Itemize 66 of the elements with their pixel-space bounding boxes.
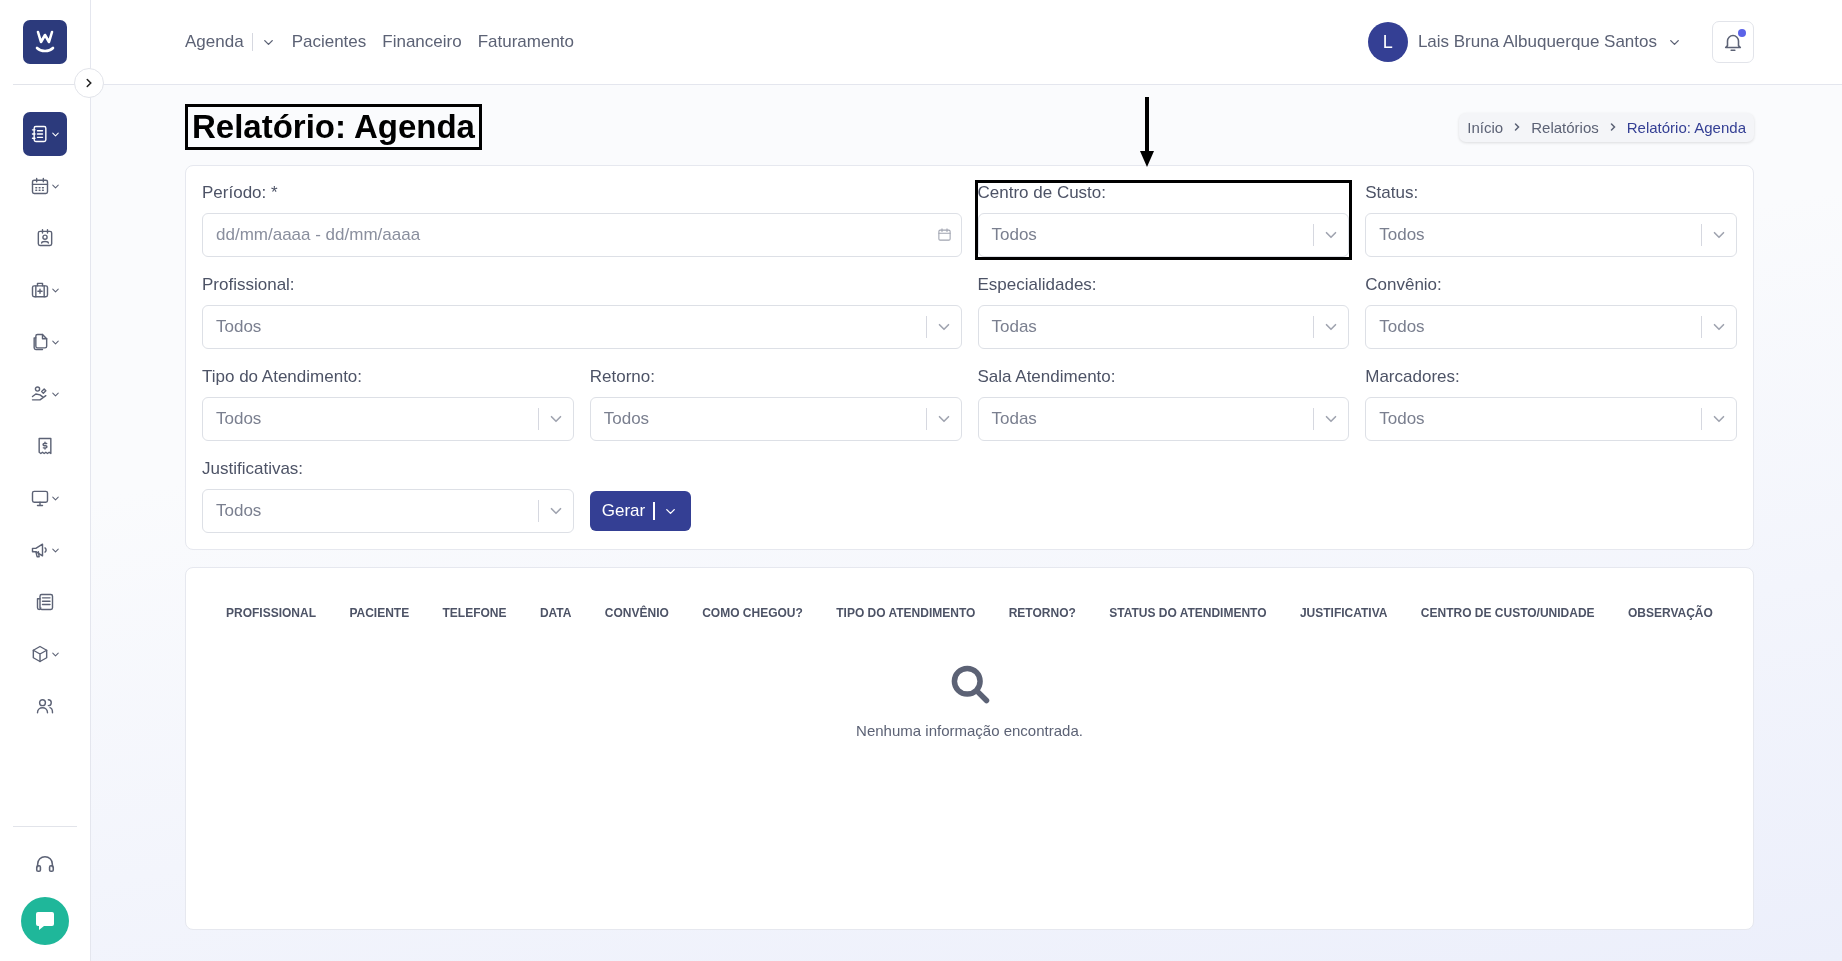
user-menu[interactable]: L Lais Bruna Albuquerque Santos — [1367, 22, 1682, 62]
select-field[interactable]: Todos — [1365, 305, 1737, 349]
column-header: TIPO DO ATENDIMENTO — [836, 606, 976, 620]
hand-heart-icon — [29, 384, 50, 404]
field-label: Centro de Custo: — [977, 183, 1107, 203]
annotation-arrow — [1139, 97, 1154, 167]
newspaper-icon — [35, 592, 55, 612]
monitor-icon — [29, 488, 50, 508]
column-header: CENTRO DE CUSTO/UNIDADE — [1420, 606, 1595, 620]
column-header: COMO CHEGOU? — [702, 606, 803, 620]
nav-link[interactable]: Faturamento — [477, 32, 575, 52]
calendar-icon — [29, 176, 50, 196]
app-logo[interactable] — [23, 20, 67, 64]
page-title: Relatório: Agenda — [185, 104, 482, 150]
notebook-icon — [29, 124, 50, 144]
field-label: Marcadores: — [1365, 367, 1461, 387]
column-header: OBSERVAÇÃO — [1627, 606, 1713, 620]
users-icon — [35, 696, 55, 716]
id-badge-icon — [35, 228, 55, 248]
select-field[interactable]: Todos — [202, 489, 574, 533]
select-field[interactable]: Todos — [202, 305, 962, 349]
select-field[interactable]: Todos — [202, 397, 574, 441]
headset-icon — [34, 853, 56, 875]
medical-kit-icon — [29, 280, 50, 300]
support-button[interactable] — [34, 853, 56, 875]
field-label: Convênio: — [1365, 275, 1443, 295]
nav-link[interactable]: Pacientes — [291, 32, 367, 52]
select-field[interactable]: Todos — [1365, 213, 1737, 257]
field-label: Tipo do Atendimento: — [202, 367, 364, 387]
column-header: DATA — [539, 606, 572, 620]
generate-button[interactable]: Gerar — [589, 491, 691, 531]
column-header: RETORNO? — [1008, 606, 1076, 620]
column-header: JUSTIFICATIVA — [1299, 606, 1388, 620]
nav-link[interactable]: Agenda — [185, 32, 244, 52]
receipt-icon — [35, 436, 55, 456]
column-header: TELEFONE — [442, 606, 507, 620]
column-header: PACIENTE — [349, 606, 410, 620]
select-field[interactable]: Todos — [589, 397, 962, 441]
calendar-icon — [936, 227, 952, 242]
breadcrumb-link[interactable]: Início — [1467, 118, 1504, 136]
date-range-field[interactable]: dd/mm/aaaa - dd/mm/aaaa — [202, 213, 962, 257]
nav-link[interactable]: Financeiro — [382, 32, 462, 52]
select-field[interactable]: Todos — [977, 213, 1350, 257]
column-header: PROFISSIONAL — [226, 606, 316, 620]
user-avatar: L — [1367, 22, 1408, 62]
field-label: Período: * — [202, 183, 279, 203]
field-label: Retorno: — [589, 367, 656, 387]
select-field[interactable]: Todas — [977, 305, 1350, 349]
empty-message: Nenhuma informação encontrada. — [856, 722, 1083, 739]
chat-bubble-icon — [33, 909, 57, 933]
megaphone-icon — [29, 540, 50, 560]
field-label: Profissional: — [202, 275, 296, 295]
breadcrumb-link[interactable]: Relatórios — [1531, 118, 1599, 136]
breadcrumb-link[interactable]: Relatório: Agenda — [1626, 118, 1746, 136]
field-label: Justificativas: — [202, 459, 305, 479]
select-field[interactable]: Todas — [977, 397, 1350, 441]
user-name: Lais Bruna Albuquerque Santos — [1417, 32, 1657, 52]
sidebar-item[interactable] — [23, 112, 67, 156]
column-header: STATUS DO ATENDIMENTO — [1109, 606, 1267, 620]
field-label: Sala Atendimento: — [977, 367, 1117, 387]
column-header: CONVÊNIO — [604, 606, 669, 620]
notifications-button[interactable] — [1712, 21, 1754, 63]
select-field[interactable]: Todos — [1365, 397, 1737, 441]
nav-dropdown[interactable]: Agenda — [185, 32, 276, 52]
field-label: Especialidades: — [977, 275, 1098, 295]
field-label: Status: — [1365, 183, 1420, 203]
